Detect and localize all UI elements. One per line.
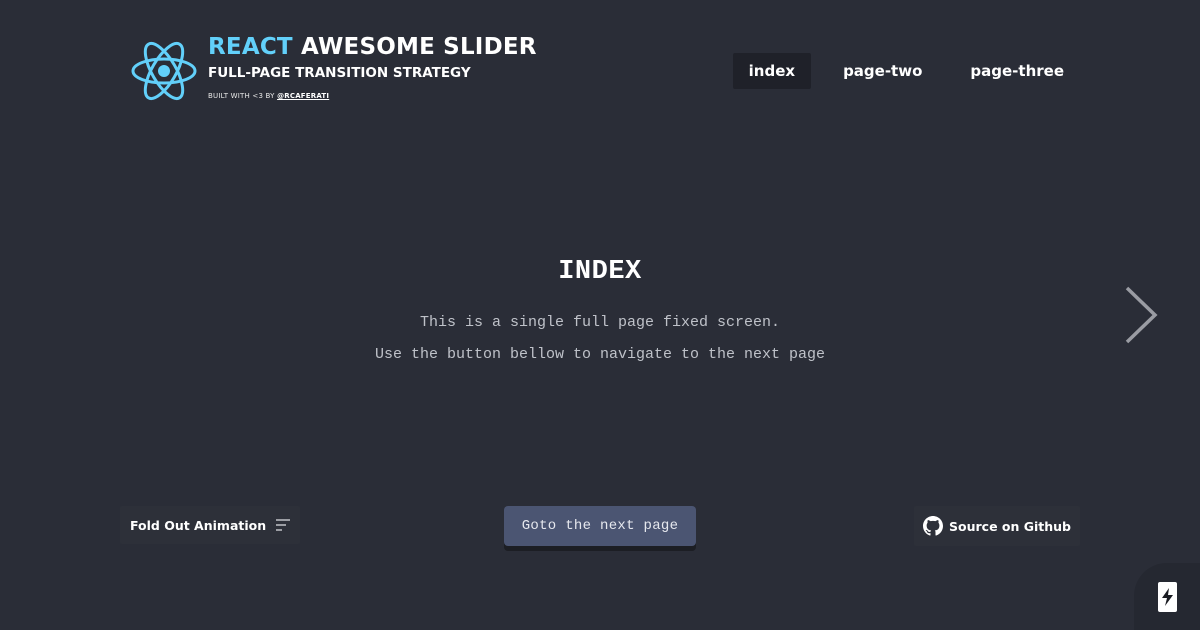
source-on-github-button[interactable]: Source on Github <box>914 506 1080 546</box>
lightning-bolt-icon <box>1161 587 1173 606</box>
app-title-rest: AWESOME SLIDER <box>301 34 537 60</box>
animation-selector[interactable]: Fold Out Animation <box>120 506 300 544</box>
lightning-card <box>1157 581 1177 612</box>
credit-prefix: BUILT WITH <3 BY <box>208 92 275 100</box>
animation-label: Fold Out Animation <box>130 517 267 533</box>
top-nav: index page-two page-three <box>732 53 1080 89</box>
main-content: INDEX This is a single full page fixed s… <box>0 256 1200 367</box>
author-link[interactable]: @RCAFERATI <box>277 92 329 100</box>
app-title-accent: REACT <box>208 34 293 60</box>
goto-next-page-button[interactable]: Goto the next page <box>504 506 696 546</box>
app-title: REACT AWESOME SLIDER <box>208 34 537 60</box>
lightning-button[interactable] <box>1134 563 1200 630</box>
nav-item-index[interactable]: index <box>732 53 812 89</box>
page-title: INDEX <box>558 257 642 287</box>
chevron-right-icon[interactable] <box>1122 285 1160 345</box>
brand: REACT AWESOME SLIDER FULL-PAGE TRANSITIO… <box>130 33 537 109</box>
credit-line: BUILT WITH <3 BY @RCAFERATI <box>208 92 537 100</box>
page-description-2: Use the button bellow to navigate to the… <box>374 346 826 363</box>
nav-item-page-three[interactable]: page-three <box>954 53 1080 89</box>
react-atom-icon <box>131 41 197 101</box>
sort-lines-icon <box>276 519 290 531</box>
app-subtitle: FULL-PAGE TRANSITION STRATEGY <box>208 65 471 81</box>
page-description-1: This is a single full page fixed screen. <box>419 314 781 331</box>
github-icon <box>923 516 943 536</box>
nav-item-page-two[interactable]: page-two <box>827 53 938 89</box>
github-label: Source on Github <box>949 518 1071 534</box>
